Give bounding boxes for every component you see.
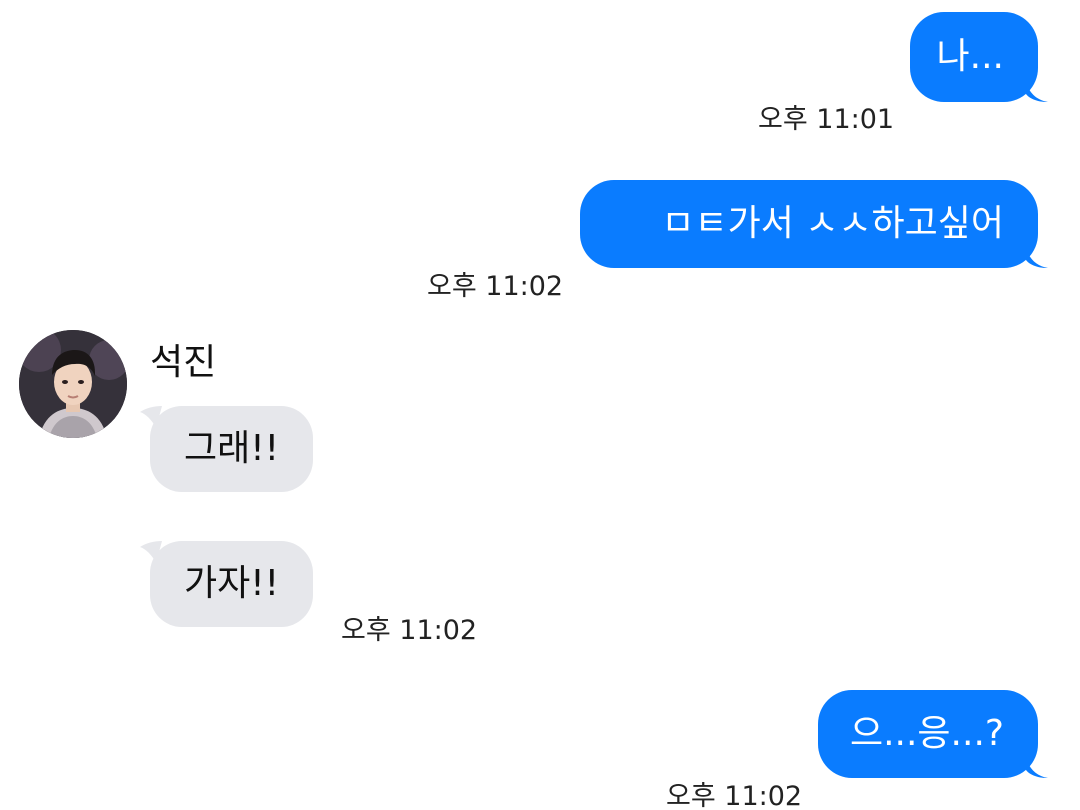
message-timestamp: 오후 11:02	[666, 781, 803, 810]
message-text: 으...응...?	[849, 713, 1004, 754]
message-timestamp: 오후 11:02	[341, 615, 478, 646]
bubble-tail-icon	[1026, 80, 1048, 102]
profile-photo-icon	[19, 330, 127, 438]
message-text: ㅁㅌ가서 ㅅㅅ하고싶어	[661, 203, 1004, 244]
bubble-tail-icon	[1026, 756, 1048, 778]
message-timestamp: 오후 11:02	[427, 271, 564, 302]
chat-thread: 나... 오후 11:01 ㅁㅌ가서 ㅅㅅ하고싶어 오후 11:02 석진 그래…	[0, 0, 1080, 810]
sender-name: 석진	[150, 342, 217, 383]
message-text: 나...	[936, 36, 1004, 77]
message-timestamp: 오후 11:01	[758, 104, 895, 135]
incoming-message-bubble[interactable]: 그래!!	[140, 406, 313, 492]
bubble-tail-icon	[1026, 246, 1048, 268]
avatar[interactable]	[19, 330, 127, 438]
incoming-message-bubble[interactable]: 가자!!	[140, 541, 313, 627]
bubble-tail-icon	[140, 406, 162, 428]
message-text: 가자!!	[184, 563, 280, 604]
message-text: 그래!!	[184, 428, 280, 469]
outgoing-message-bubble[interactable]: ㅁㅌ가서 ㅅㅅ하고싶어	[580, 180, 1048, 268]
bubble-tail-icon	[140, 541, 162, 563]
outgoing-message-bubble[interactable]: 으...응...?	[818, 690, 1048, 778]
outgoing-message-bubble[interactable]: 나...	[910, 12, 1048, 102]
